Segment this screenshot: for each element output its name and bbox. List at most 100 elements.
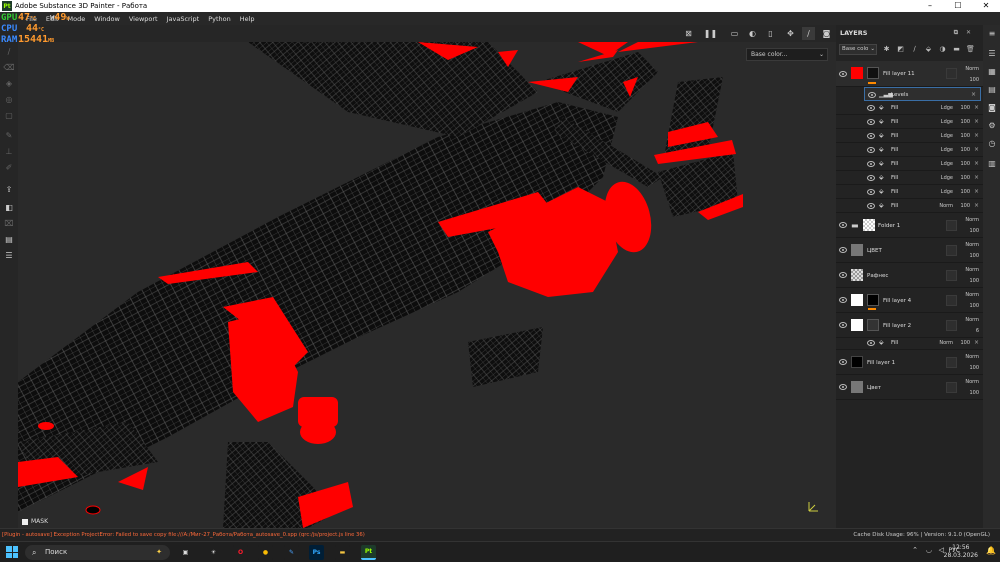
effect-fill[interactable]: ⬙ Fill Ldge 100 × — [836, 129, 983, 143]
transform-icon[interactable]: ✥ — [784, 27, 797, 40]
split-view-icon[interactable]: ▯ — [764, 27, 777, 40]
visibility-eye-icon[interactable] — [839, 322, 847, 328]
visibility-eye-icon[interactable] — [839, 247, 847, 253]
menu-python[interactable]: Python — [208, 15, 231, 23]
task-view-icon[interactable]: ▣ — [178, 545, 193, 560]
layer-fill-layer-1[interactable]: Fill layer 1 Norm 100 — [836, 350, 983, 375]
remove-effect-icon[interactable]: × — [974, 188, 979, 195]
tray-wifi-icon[interactable]: ◡ — [926, 546, 932, 554]
screenshot-camera-icon[interactable]: ◙ — [820, 27, 833, 40]
document-icon[interactable]: ▤ — [3, 234, 15, 246]
visibility-eye-icon[interactable] — [868, 92, 876, 98]
visibility-eye-icon[interactable] — [839, 222, 847, 228]
effect-fill[interactable]: ⬙ Fill Norm 100 × — [836, 336, 983, 350]
opera-icon[interactable]: O — [233, 545, 248, 560]
effect-fill[interactable]: ⬙ Fill Norm 100 × — [836, 199, 983, 213]
menu-mode[interactable]: Mode — [67, 15, 85, 23]
projection-icon[interactable]: ◈ — [3, 78, 15, 90]
layers-icon[interactable]: ☰ — [987, 49, 997, 59]
visibility-eye-icon[interactable] — [867, 203, 875, 209]
remove-effect-icon[interactable]: × — [974, 146, 979, 153]
effect-fill[interactable]: ⬙ Fill Ldge 100 × — [836, 143, 983, 157]
visibility-eye-icon[interactable] — [839, 297, 847, 303]
viewport-channel-select[interactable]: Base color... ⌄ — [746, 48, 828, 61]
add-paint-layer-icon[interactable]: ∕ — [910, 45, 919, 54]
effect-levels[interactable]: ▁▃▅ Levels × — [864, 87, 981, 101]
menu-help[interactable]: Help — [240, 15, 255, 23]
display-settings-icon[interactable]: ◙ — [987, 103, 997, 113]
shader-icon[interactable]: ⚙ — [987, 121, 997, 131]
polyfill-icon[interactable]: ▢ — [3, 110, 15, 122]
effect-fill[interactable]: ⬙ Fill Ldge 100 × — [836, 157, 983, 171]
menu-javascript[interactable]: JavaScript — [167, 15, 200, 23]
log-icon[interactable]: ▥ — [987, 159, 997, 169]
display-mode-icon[interactable]: ▭ — [728, 27, 741, 40]
layer-cvet-lower[interactable]: Цвет Norm 100 — [836, 375, 983, 400]
add-fill-layer-icon[interactable]: ⬙ — [924, 45, 933, 54]
visibility-eye-icon[interactable] — [839, 359, 847, 365]
3d-viewport[interactable]: Base color... ⌄ MASK — [18, 42, 836, 528]
edit-app-icon[interactable]: ✎ — [284, 545, 299, 560]
brush-tool-icon[interactable]: ∕ — [802, 27, 815, 40]
remove-effect-icon[interactable]: × — [974, 202, 979, 209]
shading-icon[interactable]: ◐ — [746, 27, 759, 40]
start-button[interactable] — [6, 546, 18, 558]
panel-controls[interactable]: ⧉✕ — [954, 25, 979, 41]
notification-bell-icon[interactable]: 🔔 — [986, 546, 996, 555]
explorer-icon[interactable]: ▬ — [335, 545, 350, 560]
visibility-eye-icon[interactable] — [867, 175, 875, 181]
visibility-eye-icon[interactable] — [867, 147, 875, 153]
layer-fill-layer-11[interactable]: Fill layer 11 Norm 100 — [836, 61, 983, 87]
layer-channel-select[interactable]: Base colo ⌄ — [839, 43, 877, 55]
visibility-eye-icon[interactable] — [867, 161, 875, 167]
painter-icon[interactable]: Pt — [361, 545, 376, 560]
remove-effect-icon[interactable]: × — [974, 118, 979, 125]
material-picker-icon[interactable]: ✐ — [3, 162, 15, 174]
widgets-icon[interactable]: ☀ — [206, 545, 221, 560]
camera-off-icon[interactable]: ⊠ — [682, 27, 695, 40]
chrome-icon[interactable]: ● — [258, 545, 273, 560]
effect-fill[interactable]: ⬙ Fill Ldge 100 × — [836, 171, 983, 185]
taskbar-search[interactable]: ⌕ Поиск ✦ — [25, 545, 170, 560]
remove-effect-icon[interactable]: × — [974, 104, 979, 111]
texture-set-icon[interactable]: ▦ — [987, 67, 997, 77]
layer-folder-1[interactable]: ▬ Folder 1 Norm 100 — [836, 213, 983, 238]
geometry-mask-icon[interactable]: ◎ — [3, 94, 15, 106]
close-button[interactable]: ✕ — [972, 0, 1000, 12]
history-icon[interactable]: ◷ — [987, 139, 997, 149]
effect-fill[interactable]: ⬙ Fill Ldge 100 × — [836, 101, 983, 115]
maximize-button[interactable]: ☐ — [944, 0, 972, 12]
layers-stack-icon[interactable]: ☰ — [3, 250, 15, 262]
export-icon[interactable]: ⇪ — [3, 184, 15, 196]
add-folder-icon[interactable]: ▬ — [952, 45, 961, 54]
visibility-eye-icon[interactable] — [867, 133, 875, 139]
photoshop-icon[interactable]: Ps — [309, 545, 324, 560]
visibility-eye-icon[interactable] — [839, 71, 847, 77]
add-smart-material-icon[interactable]: ◑ — [938, 45, 947, 54]
effect-fill[interactable]: ⬙ Fill Ldge 100 × — [836, 115, 983, 129]
properties-icon[interactable]: ▤ — [987, 85, 997, 95]
visibility-eye-icon[interactable] — [867, 189, 875, 195]
remove-effect-icon[interactable]: × — [974, 132, 979, 139]
bake-icon[interactable]: ◧ — [3, 202, 15, 214]
pause-icon[interactable]: ❚❚ — [704, 27, 717, 40]
delete-layer-icon[interactable]: 🗑 — [966, 45, 975, 54]
paint-brush-icon[interactable]: ∕ — [3, 46, 15, 58]
clone-stamp-icon[interactable]: ⊥ — [3, 146, 15, 158]
remove-effect-icon[interactable]: × — [974, 160, 979, 167]
layer-fill-layer-4[interactable]: Fill layer 4 Norm 100 — [836, 288, 983, 313]
menu-window[interactable]: Window — [94, 15, 120, 23]
visibility-eye-icon[interactable] — [867, 340, 875, 346]
layer-cvet-upper[interactable]: ЦВЕТ Norm 100 — [836, 238, 983, 263]
add-effect-icon[interactable]: ✱ — [882, 45, 891, 54]
visibility-eye-icon[interactable] — [867, 119, 875, 125]
tray-chevron-icon[interactable]: ⌃ — [912, 546, 918, 554]
visibility-eye-icon[interactable] — [839, 272, 847, 278]
remove-effect-icon[interactable]: × — [971, 91, 976, 98]
menu-viewport[interactable]: Viewport — [129, 15, 158, 23]
minimize-button[interactable]: – — [916, 0, 944, 12]
smudge-icon[interactable]: ✎ — [3, 130, 15, 142]
visibility-eye-icon[interactable] — [839, 384, 847, 390]
add-mask-icon[interactable]: ◩ — [896, 45, 905, 54]
remove-effect-icon[interactable]: × — [974, 174, 979, 181]
